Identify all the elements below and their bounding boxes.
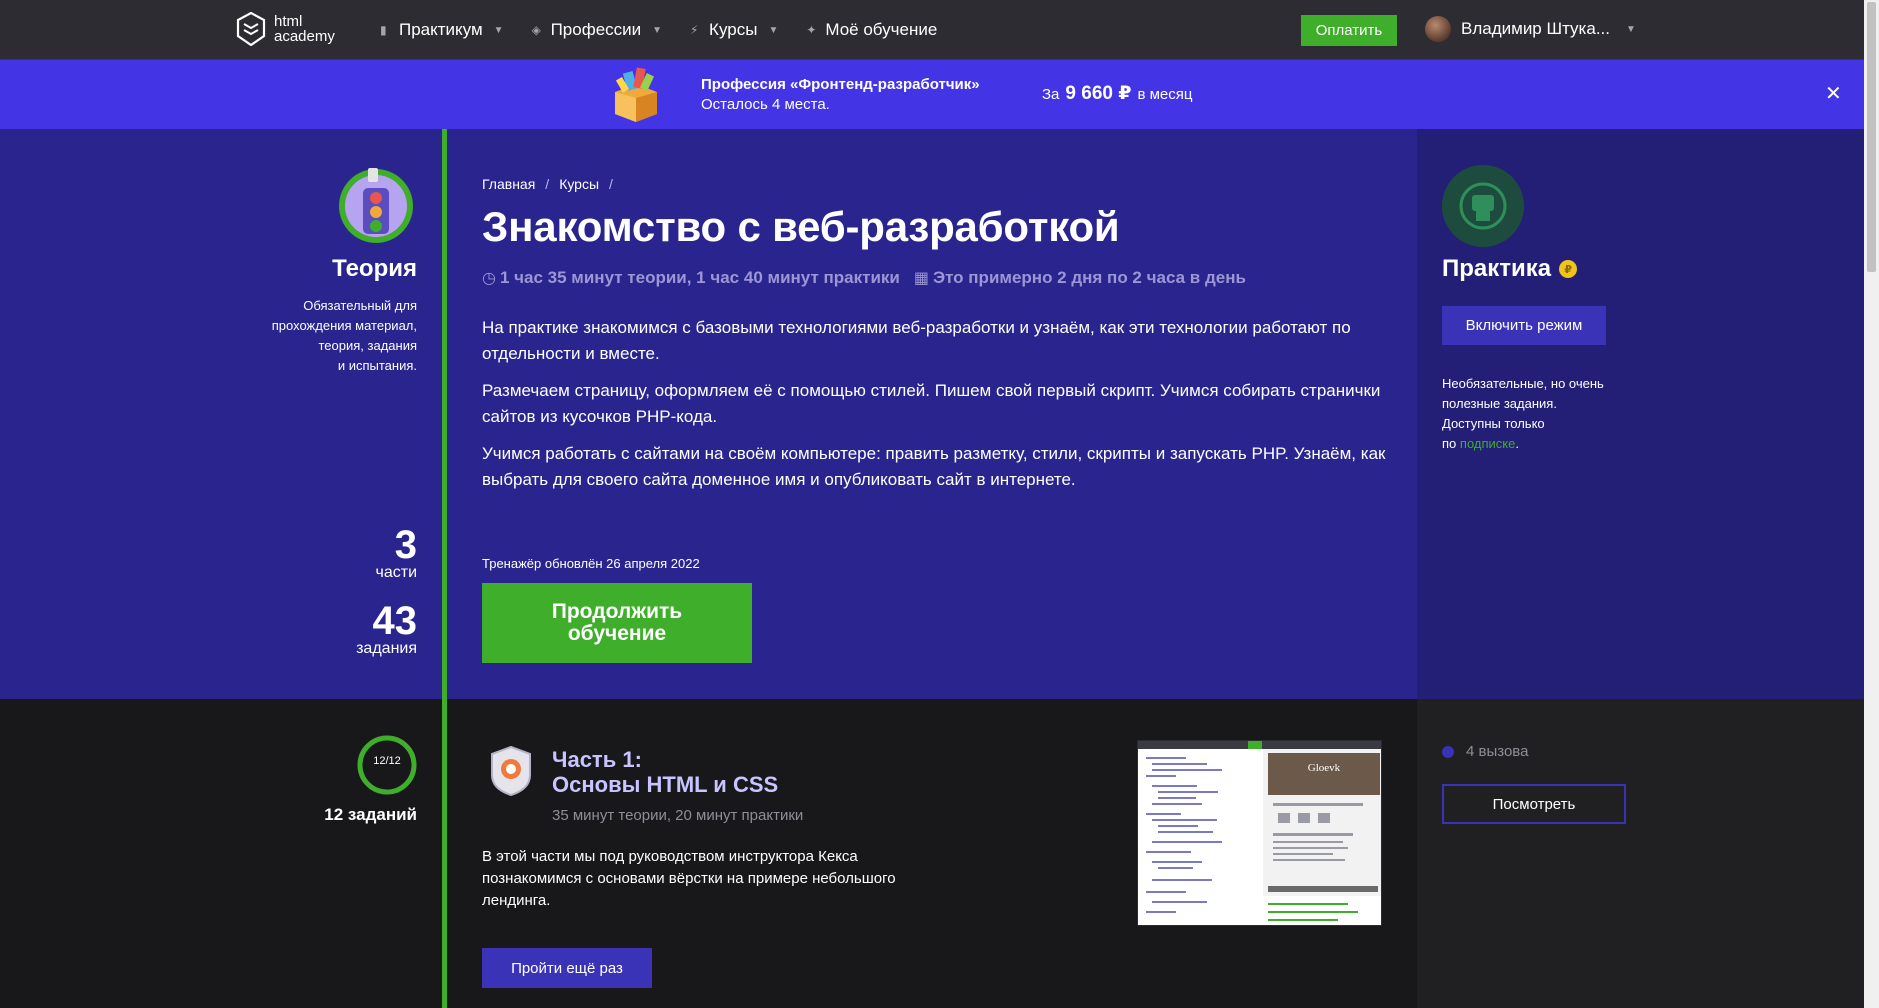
progress-label: 12/12 [373,755,401,767]
tasks-label: задания [356,640,417,657]
parts-count: 3 [394,523,417,567]
theory-desc-line: прохождения материал, [271,318,417,333]
part-tasks-count: 12 заданий [324,805,417,824]
promo-price-value: 9 660 ₽ [1065,83,1132,104]
theory-emblem-icon [339,168,413,243]
part-title[interactable]: Часть 1: Основы HTML и CSS [552,747,778,797]
chevron-down-icon: ▼ [652,24,663,36]
duration: ◷ 1 час 35 минут теории, 1 час 40 минут п… [482,268,900,288]
user-name: Владимир Штука... [1461,19,1610,38]
nav-my-learning[interactable]: ✦ Моё обучение [806,20,937,40]
nav-professions-label: Профессии [550,20,642,39]
tasks-count: 43 [372,599,418,643]
part-meta: 35 минут теории, 20 минут практики [552,807,804,824]
theory-description: Обязательный для прохождения материал, т… [240,296,417,376]
top-navbar: html academy ▮ Практикум ▼ ◈ Профессии ▼… [0,0,1864,60]
calendar-icon: ▦ [913,270,929,287]
progress-line [442,129,447,1008]
schedule: ▦ Это примерно 2 дня по 2 часа в день [914,268,1246,288]
chevron-down-icon: ▼ [768,24,779,36]
theory-desc-line: теория, задания [318,338,417,353]
practice-desc-line: по подписке. [1442,434,1622,454]
schedule-text: Это примерно 2 дня по 2 часа в день [932,268,1246,287]
user-menu[interactable]: Владимир Штука... ▼ [1425,16,1636,42]
page: html academy ▮ Практикум ▼ ◈ Профессии ▼… [0,0,1879,1008]
practice-desc-prefix: по [1442,436,1457,451]
gift-box-icon [615,67,657,122]
breadcrumb: Главная / Курсы / [482,176,613,192]
logo-text-html: html [274,13,303,30]
view-button[interactable]: Посмотреть [1442,784,1626,824]
avatar [1425,16,1451,42]
nav-professions[interactable]: ◈ Профессии ▼ [532,20,662,40]
duration-text: 1 час 35 минут теории, 1 час 40 минут пр… [499,268,900,287]
continue-label-line2: обучение [567,622,667,645]
chevron-down-icon: ▼ [1625,23,1636,35]
thumb-site-name: Gloevk [1308,762,1341,774]
description-paragraph: На практике знакомимся с базовыми технол… [482,318,1351,363]
course-description: На практике знакомимся с базовыми технол… [482,315,1392,504]
breadcrumb-courses[interactable]: Курсы [559,176,599,192]
description-paragraph: Учимся работать с сайтами на своём компь… [482,444,1386,489]
logo-text-academy: academy [274,28,335,45]
promo-subtitle: Осталось 4 места. [701,96,830,113]
part-title-line2: Основы HTML и CSS [552,772,779,797]
html-academy-logo[interactable]: html academy [236,12,335,46]
main-nav: ▮ Практикум ▼ ◈ Профессии ▼ ⚡ Курсы ▼ ✦ … [380,0,937,60]
promo-banner[interactable]: Профессия «Фронтенд-разработчик» Осталос… [0,60,1864,129]
updated-date: Тренажёр обновлён 26 апреля 2022 [482,556,700,571]
part-title-line1: Часть 1: [552,747,642,772]
breadcrumb-home[interactable]: Главная [482,176,535,192]
retake-button[interactable]: Пройти ещё раз [482,948,652,988]
practice-desc-line: Доступны только [1442,416,1545,431]
practice-title-text: Практика [1442,255,1552,282]
description-paragraph: Размечаем страницу, оформляем её с помощ… [482,381,1381,426]
part-description: В этой части мы под руководством инструк… [482,848,896,909]
clock-icon: ◷ [482,270,496,287]
coin-icon: ₽ [1559,260,1578,278]
part-preview-thumbnail[interactable]: Gloevk [1137,740,1382,926]
nav-practicum-label: Практикум [399,20,483,39]
practice-desc-line: полезные задания. [1442,396,1557,411]
course-meta: ◷ 1 час 35 минут теории, 1 час 40 минут п… [482,268,1246,288]
practice-description: Необязательные, но очень полезные задани… [1442,374,1622,454]
promo-price: За 9 660 ₽ в месяц [1042,82,1192,105]
theory-title: Теория [332,255,417,282]
editor-preview-image: Gloevk [1138,741,1381,925]
nav-courses[interactable]: ⚡ Курсы ▼ [690,20,778,40]
practice-desc-suffix: . [1515,436,1519,451]
parts-label: части [375,564,418,581]
logo-icon [236,12,266,46]
promo-title: Профессия «Фронтенд-разработчик» [701,76,980,93]
close-icon[interactable]: ✕ [1825,81,1842,106]
promo-price-prefix: За [1042,86,1060,103]
chevron-down-icon: ▼ [493,24,504,36]
promo-price-suffix: в месяц [1137,86,1193,103]
continue-learning-button[interactable]: Продолжить обучение [482,583,752,663]
breadcrumb-separator: / [609,176,613,192]
lightning-icon: ⚡ [690,23,699,37]
practice-title: Практика ₽ [1442,255,1578,283]
graduation-cap-icon: ◈ [531,23,541,37]
fist-emblem-icon [1442,165,1524,247]
nav-my-learning-label: Моё обучение [825,20,938,39]
theory-desc-line: Обязательный для [303,298,417,313]
enable-mode-button[interactable]: Включить режим [1442,306,1606,345]
pay-button[interactable]: Оплатить [1301,15,1397,46]
theory-desc-line: и испытания. [337,358,417,373]
page-title: Знакомство с веб-разработкой [482,203,1120,250]
challenges-count: 4 вызова [1466,743,1529,760]
challenge-dot-icon [1442,745,1454,758]
shield-badge-icon [491,745,531,797]
dumbbell-icon: ✦ [806,23,817,37]
bar-chart-icon: ▮ [380,23,387,37]
breadcrumb-separator: / [545,176,550,192]
scrollbar-thumb[interactable] [1867,2,1876,272]
continue-label-line1: Продолжить [551,600,683,623]
nav-practicum[interactable]: ▮ Практикум ▼ [380,20,504,40]
subscription-link[interactable]: подписке [1460,436,1515,451]
practice-desc-line: Необязательные, но очень [1442,376,1604,391]
nav-courses-label: Курсы [709,20,758,39]
challenges: 4 вызова [1442,743,1528,760]
